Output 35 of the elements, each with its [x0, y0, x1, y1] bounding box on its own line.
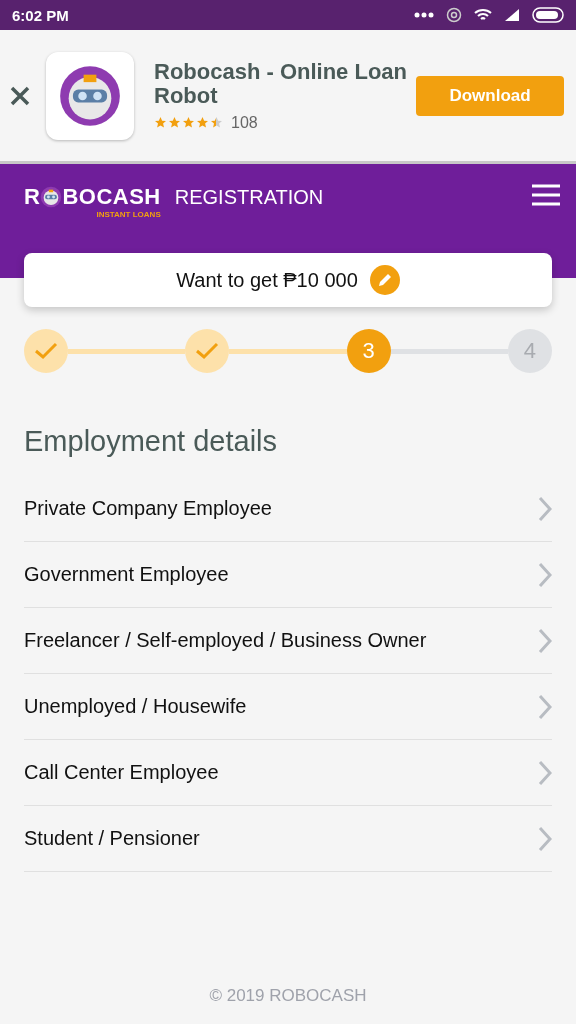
battery-icon: [532, 7, 566, 23]
check-icon: [195, 342, 220, 360]
menu-button[interactable]: [532, 184, 560, 206]
employment-option[interactable]: Government Employee: [24, 542, 552, 608]
chevron-right-icon: [538, 759, 552, 786]
chevron-right-icon: [538, 627, 552, 654]
menu-icon: [532, 184, 560, 206]
amount-text: Want to get ₱10 000: [176, 268, 358, 292]
chevron-right-icon: [538, 825, 552, 852]
app-title: Robocash - Online Loan Robot: [154, 59, 408, 108]
robot-logo-icon: [40, 186, 63, 208]
employment-option[interactable]: Call Center Employee: [24, 740, 552, 806]
robot-logo-icon: [58, 63, 122, 128]
pencil-icon: [376, 272, 393, 288]
section-title: Employment details: [24, 425, 279, 458]
hotspot-icon: [446, 7, 462, 23]
step-indicator: 3: [346, 329, 391, 373]
employment-option[interactable]: Student / Pensioner: [24, 806, 552, 872]
signal-icon: [504, 8, 520, 22]
chevron-right-icon: [538, 561, 552, 588]
page-title: REGISTRATION: [174, 186, 325, 209]
rating-count: 108: [231, 113, 258, 132]
status-time: 6:02 PM: [12, 6, 69, 24]
employment-option[interactable]: Private Company Employee: [24, 476, 552, 542]
logo-text: R: [24, 184, 41, 210]
logo-tagline: INSTANT LOANS: [96, 210, 161, 219]
check-icon: [34, 342, 58, 360]
chevron-right-icon: [538, 495, 552, 522]
more-dots-icon: [414, 12, 434, 18]
logo-text: BOCASH: [62, 184, 161, 210]
employment-option[interactable]: Freelancer / Self-employed / Business Owner: [24, 608, 552, 674]
footer-copyright: © 2019 ROBOCASH: [209, 986, 367, 1005]
wifi-icon: [474, 8, 492, 22]
employment-option[interactable]: Unemployed / Housewife: [24, 674, 552, 740]
chevron-right-icon: [538, 693, 552, 720]
